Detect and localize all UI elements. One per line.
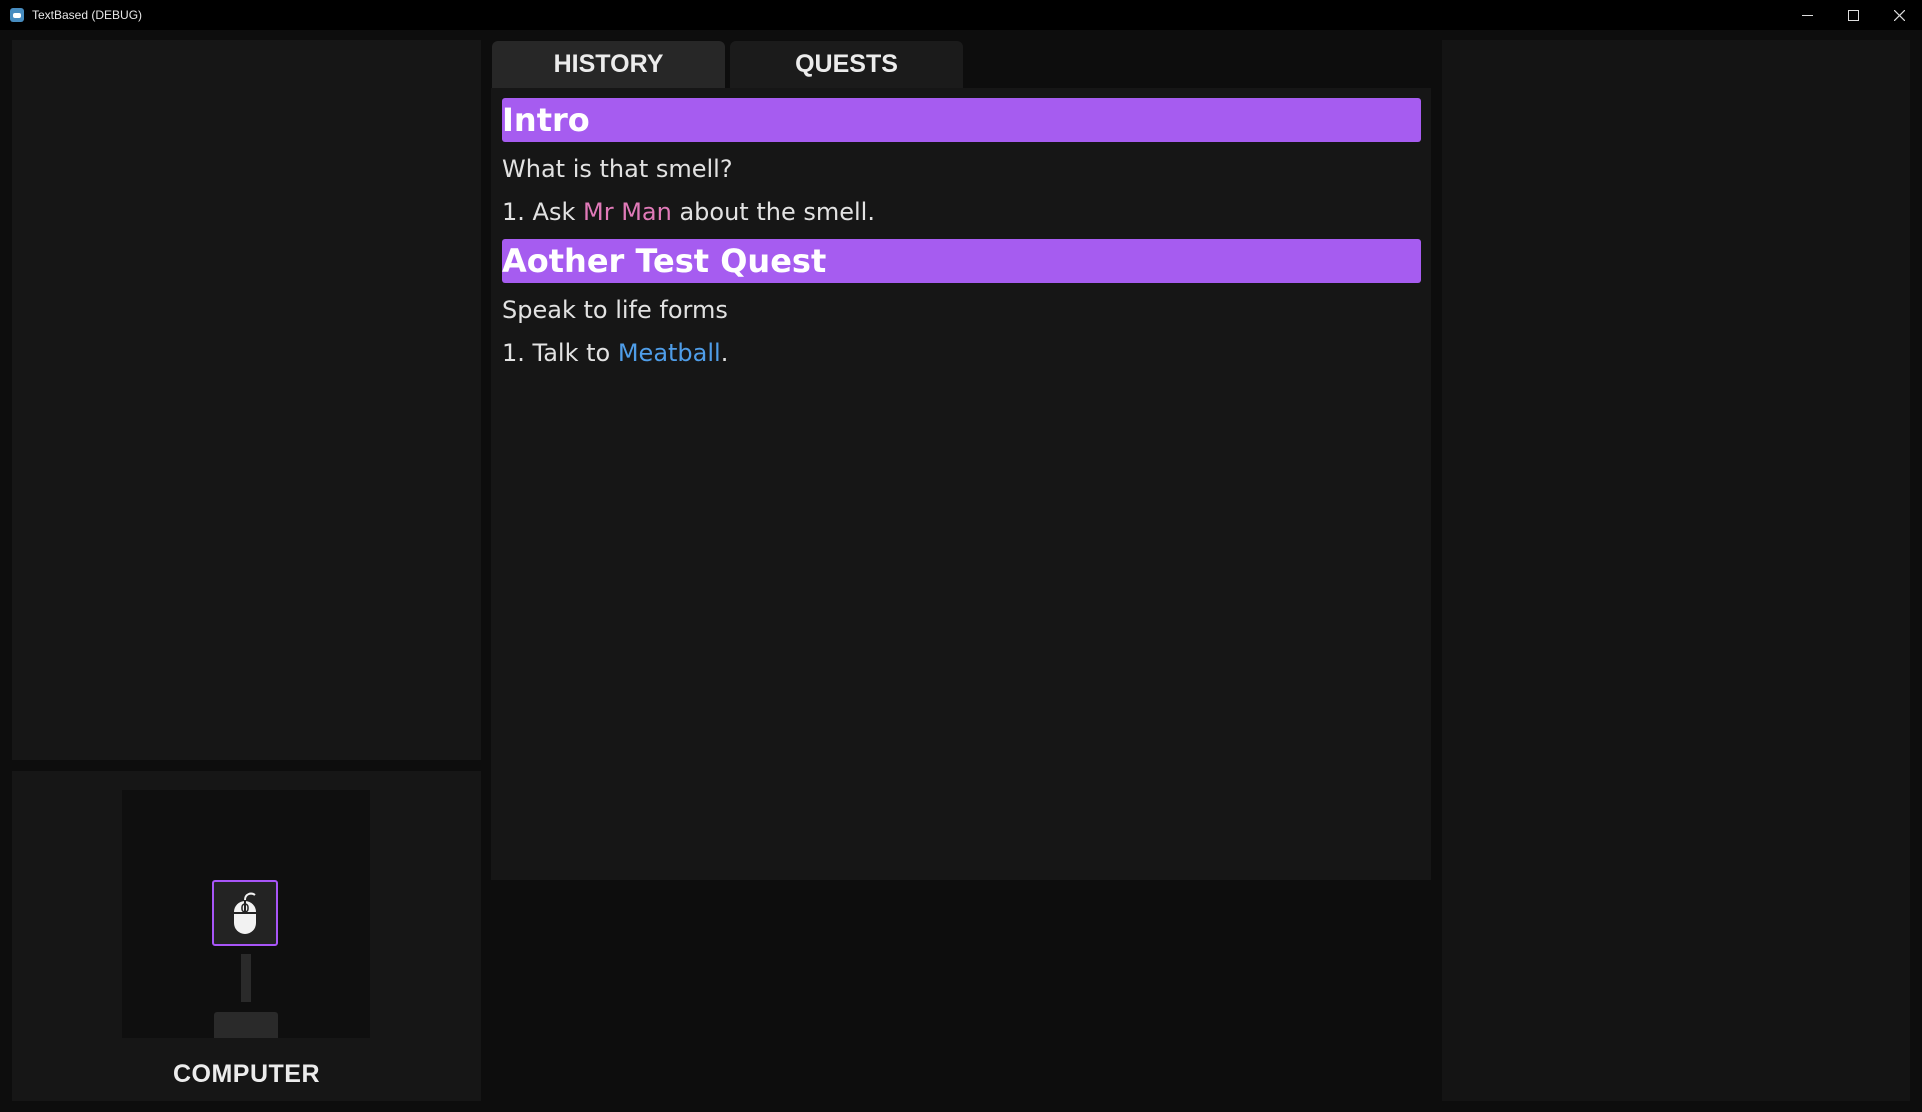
left-top-panel bbox=[12, 40, 481, 760]
mouse-slot[interactable] bbox=[212, 880, 278, 946]
mouse-icon bbox=[234, 892, 256, 934]
quest-title: Aother Test Quest bbox=[502, 239, 1421, 283]
maximize-icon bbox=[1847, 9, 1859, 21]
tab-quests[interactable]: QUESTS bbox=[730, 41, 963, 88]
app-icon bbox=[10, 8, 24, 22]
right-panel bbox=[1442, 40, 1910, 1101]
npc-name: Meatball bbox=[617, 339, 721, 367]
maximize-button[interactable] bbox=[1830, 0, 1876, 30]
minimize-icon bbox=[1801, 14, 1813, 16]
npc-name: Mr Man bbox=[582, 198, 672, 226]
window-controls bbox=[1784, 0, 1922, 30]
close-icon bbox=[1893, 9, 1905, 21]
computer-cable bbox=[241, 954, 251, 1002]
close-button[interactable] bbox=[1876, 0, 1922, 30]
objective-suffix: . bbox=[720, 339, 729, 367]
tab-history[interactable]: HISTORY bbox=[492, 41, 725, 88]
quest-objective: 1. Talk to Meatball. bbox=[502, 339, 728, 367]
window-title: TextBased (DEBUG) bbox=[32, 8, 143, 22]
title-bar: TextBased (DEBUG) bbox=[0, 0, 1922, 30]
objective-prefix: 1. Ask bbox=[502, 198, 583, 226]
quest-description: What is that smell? bbox=[502, 155, 733, 183]
minimize-button[interactable] bbox=[1784, 0, 1830, 30]
objective-suffix: about the smell. bbox=[671, 198, 875, 226]
objective-prefix: 1. Talk to bbox=[502, 339, 618, 367]
quest-title: Intro bbox=[502, 98, 1421, 142]
quest-objective: 1. Ask Mr Man about the smell. bbox=[502, 198, 875, 226]
computer-label: COMPUTER bbox=[172, 1060, 321, 1088]
quest-description: Speak to life forms bbox=[502, 296, 728, 324]
computer-base bbox=[214, 1012, 278, 1038]
